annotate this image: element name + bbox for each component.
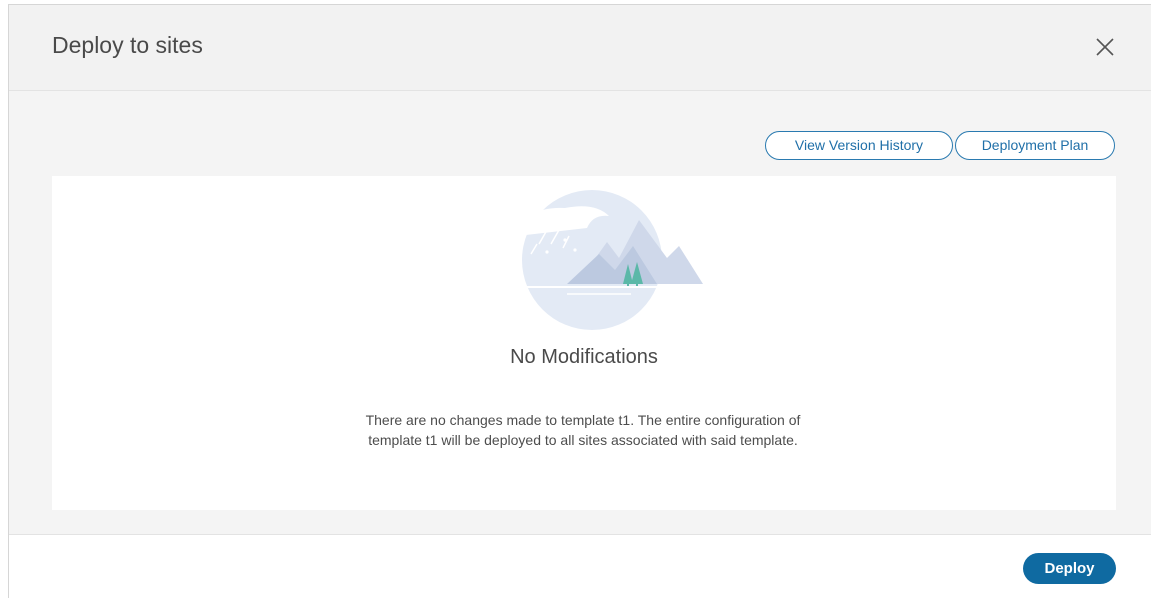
close-icon[interactable] <box>1093 35 1117 59</box>
empty-state-description: There are no changes made to template t1… <box>365 412 801 448</box>
empty-state-card: No Modifications There are no changes ma… <box>52 176 1116 510</box>
deployment-plan-button[interactable]: Deployment Plan <box>955 131 1115 160</box>
view-version-history-button[interactable]: View Version History <box>765 131 953 160</box>
modal-title: Deploy to sites <box>52 32 203 58</box>
modal-header: Deploy to sites <box>9 5 1151 91</box>
deploy-button[interactable]: Deploy <box>1023 553 1116 584</box>
modal-footer: Deploy <box>9 534 1151 599</box>
deploy-modal: Deploy to sites View Version History Dep… <box>8 4 1151 599</box>
modal-body: View Version History Deployment Plan No … <box>9 92 1151 534</box>
empty-state-title: No Modifications <box>510 346 658 368</box>
mountain-rain-illustration <box>507 184 712 332</box>
